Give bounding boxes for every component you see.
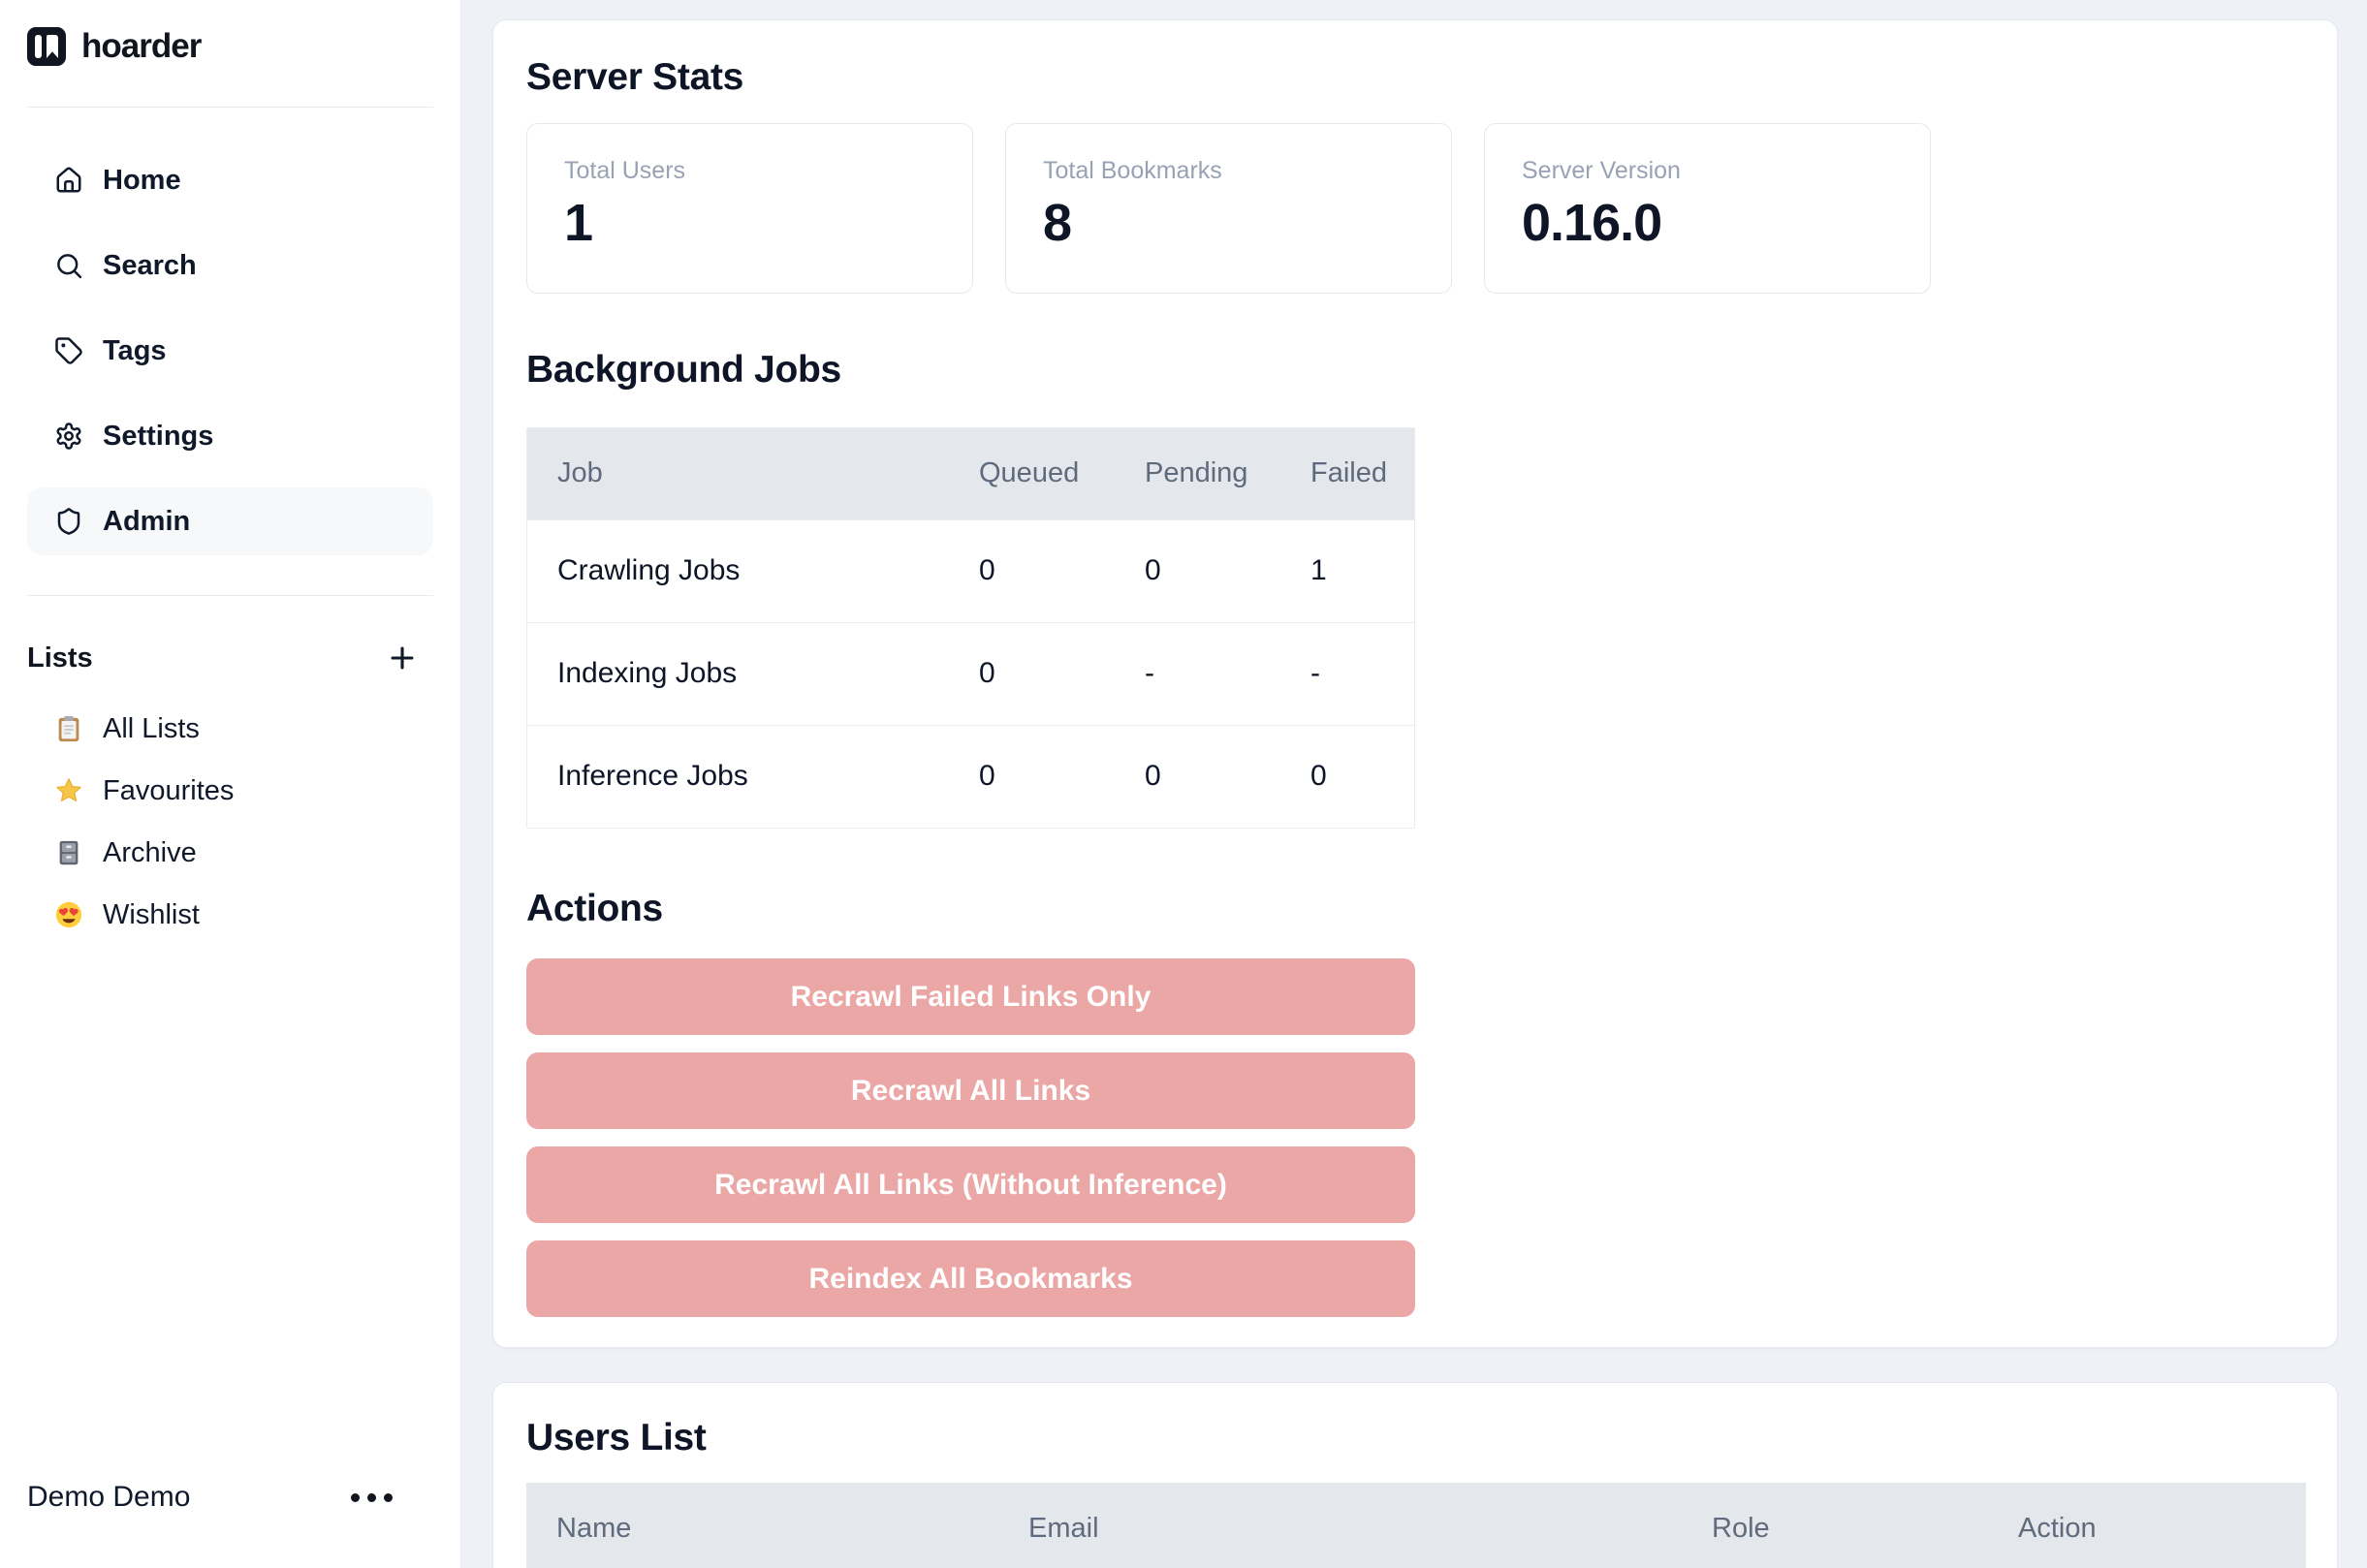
hoarder-app: hoarder Home Search Tags	[0, 0, 2367, 1568]
plus-icon	[386, 642, 419, 674]
sidebar-item-label: Settings	[103, 421, 213, 453]
lists-section: All Lists Favourites Archive Wishlist	[27, 702, 433, 950]
list-item-label: Favourites	[103, 775, 234, 807]
shield-icon	[54, 507, 83, 536]
failed-cell: 1	[1310, 519, 1414, 622]
stat-label: Total Users	[564, 157, 943, 185]
job-name-cell: Indexing Jobs	[527, 622, 979, 725]
failed-cell: -	[1310, 622, 1414, 725]
column-header-name: Name	[526, 1483, 1028, 1568]
heart-eyes-icon	[54, 900, 83, 929]
archive-icon	[54, 838, 83, 867]
stat-label: Server Version	[1522, 157, 1901, 185]
ellipsis-icon	[384, 1493, 393, 1502]
stat-value: 1	[564, 193, 943, 253]
list-item-label: Archive	[103, 837, 197, 869]
queued-cell: 0	[979, 725, 1145, 828]
list-item-all-lists[interactable]: All Lists	[27, 702, 433, 756]
users-header-row: Name Email Role Action	[526, 1483, 2306, 1568]
ellipsis-icon	[367, 1493, 376, 1502]
column-header-email: Email	[1028, 1483, 1712, 1568]
ellipsis-icon	[351, 1493, 360, 1502]
queued-cell: 0	[979, 519, 1145, 622]
sidebar-nav: Home Search Tags Settings	[27, 146, 433, 573]
sidebar-item-label: Search	[103, 250, 197, 282]
add-list-button[interactable]	[385, 641, 420, 675]
queued-cell: 0	[979, 622, 1145, 725]
lists-header: Lists	[27, 639, 433, 677]
pending-cell: 0	[1145, 519, 1310, 622]
pending-cell: -	[1145, 622, 1310, 725]
stat-card-total-users: Total Users 1	[526, 123, 973, 294]
home-icon	[54, 166, 83, 195]
clipboard-icon	[54, 714, 83, 743]
star-icon	[54, 776, 83, 805]
stat-card-server-version: Server Version 0.16.0	[1484, 123, 1931, 294]
column-header-pending: Pending	[1145, 428, 1310, 519]
sidebar-item-settings[interactable]: Settings	[27, 402, 433, 470]
sidebar-item-home[interactable]: Home	[27, 146, 433, 214]
server-stats-title: Server Stats	[526, 55, 2304, 100]
sidebar-spacer	[27, 950, 433, 1470]
list-item-label: All Lists	[103, 713, 200, 745]
stat-value: 8	[1043, 193, 1422, 253]
actions-title: Actions	[526, 887, 2304, 931]
lists-title: Lists	[27, 643, 93, 674]
column-header-action: Action	[2018, 1483, 2306, 1568]
users-list-title: Users List	[526, 1416, 2304, 1460]
stat-card-total-bookmarks: Total Bookmarks 8	[1005, 123, 1452, 294]
sidebar-item-label: Admin	[103, 506, 190, 538]
gear-icon	[54, 422, 83, 451]
job-name-cell: Inference Jobs	[527, 725, 979, 828]
sidebar-item-admin[interactable]: Admin	[27, 487, 433, 555]
background-jobs-title: Background Jobs	[526, 348, 2304, 392]
hoarder-logo-icon	[27, 27, 66, 66]
column-header-queued: Queued	[979, 428, 1145, 519]
background-jobs-table: Job Queued Pending Failed Crawling Jobs …	[526, 427, 1415, 829]
sidebar-item-label: Home	[103, 165, 181, 197]
job-name-cell: Crawling Jobs	[527, 519, 979, 622]
reindex-all-bookmarks-button[interactable]: Reindex All Bookmarks	[526, 1240, 1415, 1317]
users-list-card: Users List Name Email Role Action	[492, 1382, 2338, 1568]
recrawl-failed-links-button[interactable]: Recrawl Failed Links Only	[526, 958, 1415, 1035]
stat-label: Total Bookmarks	[1043, 157, 1422, 185]
sidebar-item-label: Tags	[103, 335, 167, 367]
list-item-wishlist[interactable]: Wishlist	[27, 888, 433, 942]
column-header-role: Role	[1712, 1483, 2018, 1568]
user-name: Demo Demo	[27, 1481, 190, 1514]
sidebar-divider	[27, 595, 433, 596]
list-item-favourites[interactable]: Favourites	[27, 764, 433, 818]
search-icon	[54, 251, 83, 280]
column-header-job: Job	[527, 428, 979, 519]
sidebar-item-search[interactable]: Search	[27, 232, 433, 299]
stat-value: 0.16.0	[1522, 193, 1901, 253]
column-header-failed: Failed	[1310, 428, 1414, 519]
actions-section: Recrawl Failed Links Only Recrawl All Li…	[526, 958, 1415, 1317]
sidebar: hoarder Home Search Tags	[0, 0, 461, 1568]
recrawl-all-links-button[interactable]: Recrawl All Links	[526, 1052, 1415, 1129]
table-row-inference-jobs: Inference Jobs 0 0 0	[527, 725, 1414, 828]
table-row-crawling-jobs: Crawling Jobs 0 0 1	[527, 519, 1414, 622]
server-stats-row: Total Users 1 Total Bookmarks 8 Server V…	[526, 123, 2304, 294]
recrawl-all-links-without-inference-button[interactable]: Recrawl All Links (Without Inference)	[526, 1146, 1415, 1223]
pending-cell: 0	[1145, 725, 1310, 828]
users-table: Name Email Role Action	[526, 1483, 2306, 1568]
user-menu-button[interactable]	[349, 1488, 394, 1508]
list-item-label: Wishlist	[103, 899, 200, 931]
tag-icon	[54, 336, 83, 365]
list-item-archive[interactable]: Archive	[27, 826, 433, 880]
failed-cell: 0	[1310, 725, 1414, 828]
admin-panel-card: Server Stats Total Users 1 Total Bookmar…	[492, 19, 2338, 1348]
table-row-indexing-jobs: Indexing Jobs 0 - -	[527, 622, 1414, 725]
app-title: hoarder	[81, 27, 201, 66]
user-row: Demo Demo	[27, 1470, 433, 1524]
sidebar-divider	[27, 107, 433, 108]
jobs-header-row: Job Queued Pending Failed	[527, 428, 1414, 519]
sidebar-item-tags[interactable]: Tags	[27, 317, 433, 385]
main-content: Server Stats Total Users 1 Total Bookmar…	[461, 0, 2367, 1568]
app-logo[interactable]: hoarder	[27, 27, 433, 66]
